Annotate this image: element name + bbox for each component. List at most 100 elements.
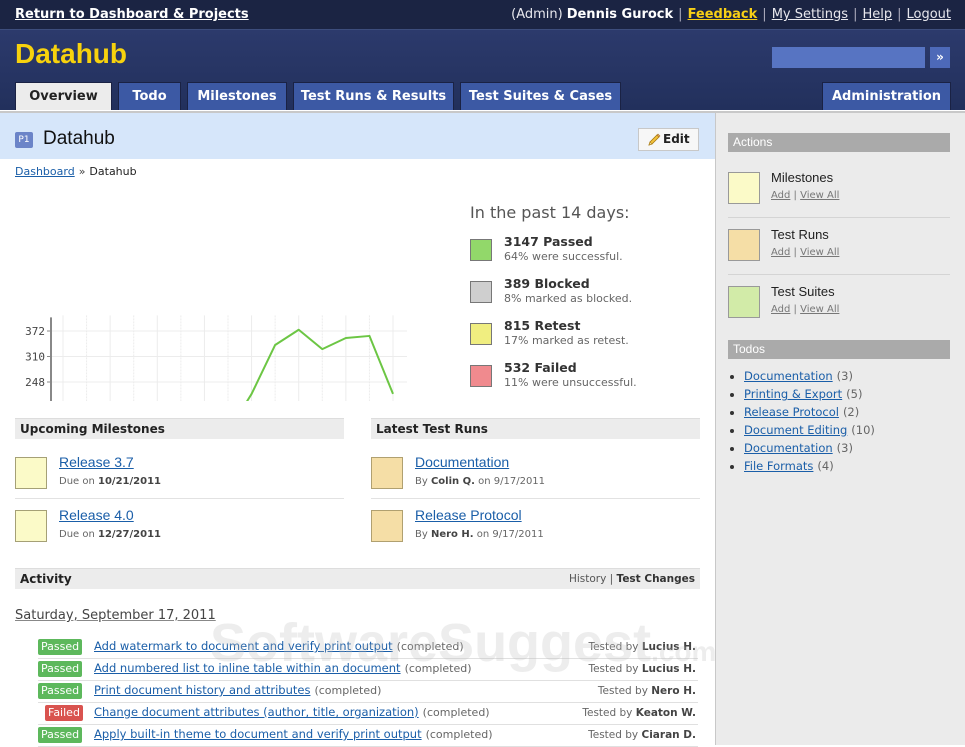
todo-list: Documentation(3) Printing & Export(5) Re… — [744, 369, 875, 477]
y-tick-label: 310 — [25, 351, 45, 364]
status-badge: Passed — [38, 727, 83, 743]
add-test-suite-link[interactable]: Add — [771, 304, 790, 315]
actions-heading: Actions — [728, 133, 950, 152]
feedback-link[interactable]: Feedback — [688, 7, 758, 22]
breadcrumb-dashboard-link[interactable]: Dashboard — [15, 165, 75, 178]
milestone-link[interactable]: Release 3.7 — [59, 454, 134, 470]
stat-subtitle: 64% were successful. — [504, 250, 623, 263]
test-run-link[interactable]: Release Protocol — [415, 507, 522, 523]
todo-count: (5) — [846, 387, 863, 401]
tab-administration[interactable]: Administration — [822, 82, 951, 110]
todo-link[interactable]: File Formats — [744, 459, 813, 473]
test-link[interactable]: Apply built-in theme to document and ver… — [94, 727, 422, 741]
test-changes-link[interactable]: Test Changes — [617, 573, 695, 585]
app-title: Datahub — [15, 38, 127, 69]
user-nav: (Admin) Dennis Gurock | Feedback | My Se… — [511, 7, 951, 22]
status-badge: Passed — [38, 661, 83, 677]
todo-item: File Formats (4) — [744, 459, 875, 477]
activity-row: Passed Add watermark to document and ver… — [38, 637, 698, 659]
test-run-item: Release Protocol By Nero H. on 9/17/2011 — [371, 504, 700, 557]
test-link[interactable]: Add watermark to document and verify pri… — [94, 639, 393, 653]
main-content: P1 Datahub Edit Dashboard»Datahub 062124… — [0, 111, 715, 747]
todo-count: (4) — [817, 459, 834, 473]
search-input[interactable] — [772, 47, 925, 68]
todo-link[interactable]: Documentation — [744, 441, 833, 455]
todo-link[interactable]: Document Editing — [744, 423, 847, 437]
project-badge: P1 — [15, 132, 33, 148]
tab-overview[interactable]: Overview — [15, 82, 112, 110]
logout-link[interactable]: Logout — [906, 7, 951, 22]
header: Datahub » Overview Todo Milestones Test … — [0, 30, 965, 110]
test-state: (completed) — [314, 684, 382, 697]
milestone-due: Due on 12/27/2011 — [59, 529, 161, 540]
y-tick-label: 248 — [25, 376, 45, 389]
test-suites-icon — [728, 286, 760, 318]
activity-heading: Activity — [20, 572, 72, 586]
help-link[interactable]: Help — [862, 7, 892, 22]
milestone-icon — [15, 510, 47, 542]
return-to-dashboard-link[interactable]: Return to Dashboard & Projects — [15, 7, 249, 22]
divider: | — [762, 7, 767, 22]
test-link[interactable]: Print document history and attributes — [94, 683, 310, 697]
todo-count: (10) — [851, 423, 875, 437]
divider: | — [678, 7, 683, 22]
stat-subtitle: 8% marked as blocked. — [504, 292, 633, 305]
todos-heading: Todos — [728, 340, 950, 359]
add-milestone-link[interactable]: Add — [771, 190, 790, 201]
stat-title: 3147 Passed — [504, 234, 593, 249]
passed-swatch — [470, 239, 492, 261]
todo-link[interactable]: Release Protocol — [744, 405, 839, 419]
breadcrumb-current: Datahub — [89, 165, 137, 178]
search-button[interactable]: » — [930, 47, 950, 68]
milestone-link[interactable]: Release 4.0 — [59, 507, 134, 523]
stat-subtitle: 17% marked as retest. — [504, 334, 629, 347]
activity-row: Failed Change document attributes (autho… — [38, 703, 698, 725]
stats-heading: In the past 14 days: — [470, 203, 630, 222]
test-run-link[interactable]: Documentation — [415, 454, 509, 470]
todo-item: Documentation(3) — [744, 369, 875, 387]
tested-by: Tested by Nero H. — [597, 685, 696, 697]
todo-link[interactable]: Documentation — [744, 369, 833, 383]
view-all-milestones-link[interactable]: View All — [800, 190, 839, 201]
history-link[interactable]: History — [569, 573, 606, 585]
todo-link[interactable]: Printing & Export — [744, 387, 842, 401]
milestones-section-heading: Upcoming Milestones — [15, 418, 344, 439]
sidebar: Actions Milestones Add | View All Test R… — [715, 111, 965, 745]
divider: | — [897, 7, 902, 22]
status-badge: Failed — [45, 705, 83, 721]
stat-title: 389 Blocked — [504, 276, 590, 291]
view-all-test-runs-link[interactable]: View All — [800, 247, 839, 258]
status-badge: Passed — [38, 639, 83, 655]
project-title: Datahub — [43, 128, 115, 149]
edit-label: Edit — [663, 132, 690, 146]
action-label: Milestones — [771, 170, 834, 185]
test-run-item: Documentation By Colin Q. on 9/17/2011 — [371, 451, 700, 504]
tab-todo[interactable]: Todo — [118, 82, 181, 110]
test-link[interactable]: Change document attributes (author, titl… — [94, 705, 419, 719]
todo-item: Document Editing (10) — [744, 423, 875, 441]
view-all-test-suites-link[interactable]: View All — [800, 304, 839, 315]
milestone-item: Release 4.0 Due on 12/27/2011 — [15, 504, 344, 557]
test-link[interactable]: Add numbered list to inline table within… — [94, 661, 401, 675]
todo-count: (3) — [836, 369, 853, 383]
breadcrumb: Dashboard» Datahub — [15, 165, 137, 178]
milestone-icon — [15, 457, 47, 489]
project-header: P1 Datahub Edit — [0, 113, 715, 159]
tab-test-runs-results[interactable]: Test Runs & Results — [293, 82, 454, 110]
stat-passed: 3147 Passed 64% were successful. — [470, 234, 637, 276]
tab-milestones[interactable]: Milestones — [187, 82, 287, 110]
tab-test-suites-cases[interactable]: Test Suites & Cases — [460, 82, 621, 110]
edit-button[interactable]: Edit — [638, 128, 699, 151]
action-milestones: Milestones Add | View All — [728, 161, 950, 218]
add-test-run-link[interactable]: Add — [771, 247, 790, 258]
my-settings-link[interactable]: My Settings — [772, 7, 848, 22]
milestones-icon — [728, 172, 760, 204]
test-state: (completed) — [404, 662, 472, 675]
activity-section-heading: Activity History | Test Changes — [15, 568, 700, 589]
stat-subtitle: 11% were unsuccessful. — [504, 376, 637, 389]
divider — [371, 498, 700, 499]
user-role: (Admin) — [511, 7, 563, 22]
test-state: (completed) — [396, 640, 464, 653]
stat-blocked: 389 Blocked 8% marked as blocked. — [470, 276, 637, 318]
tested-by: Tested by Keaton W. — [582, 707, 696, 719]
